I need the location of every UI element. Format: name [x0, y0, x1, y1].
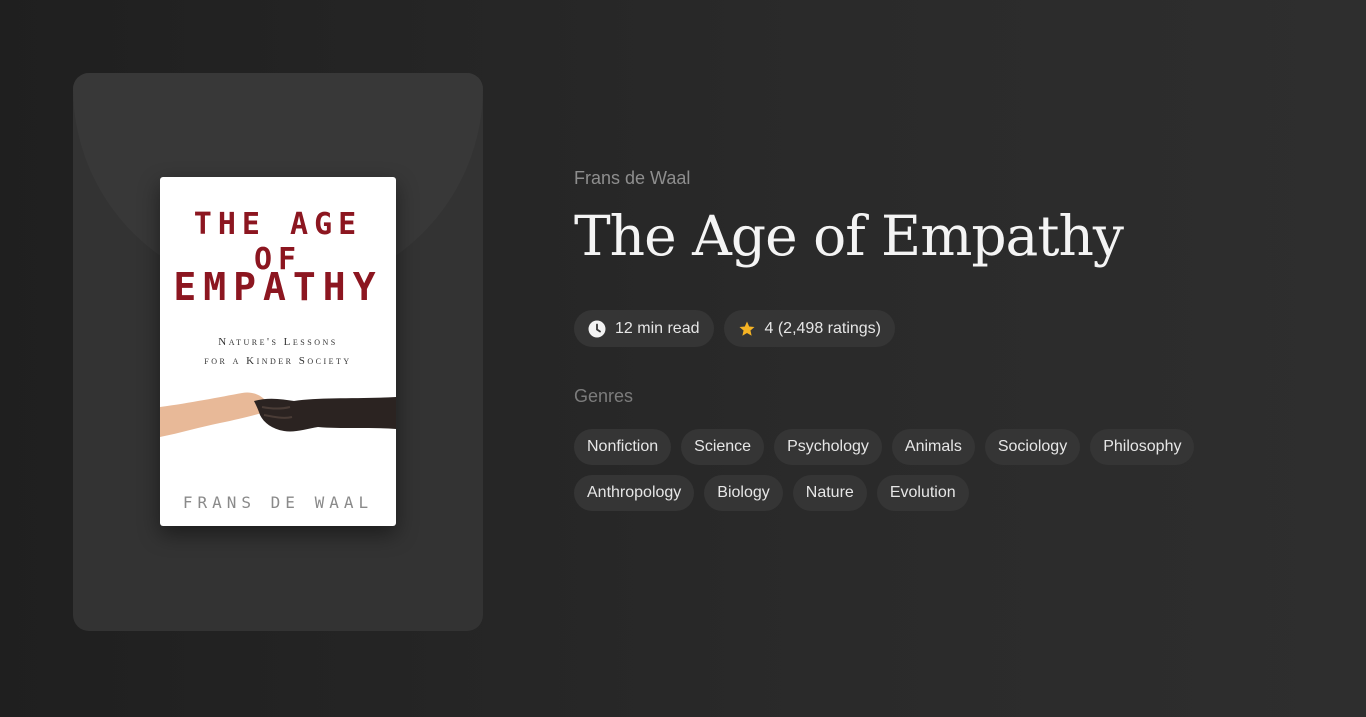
rating-text: 4 (2,498 ratings): [764, 319, 882, 337]
book-author[interactable]: Frans de Waal: [574, 168, 690, 189]
cover-author: FRANS DE WAAL: [182, 493, 374, 512]
star-icon: [738, 320, 756, 338]
book-cover-image: THE AGE OF EMPATHY Nature's Lessons for …: [160, 177, 396, 526]
clock-icon: [588, 320, 606, 338]
rating-pill: 4 (2,498 ratings): [723, 310, 896, 347]
genre-tag-sociology[interactable]: Sociology: [984, 429, 1081, 465]
cover-subtitle-line2: for a Kinder Society: [204, 355, 352, 367]
book-title: The Age of Empathy: [574, 204, 1124, 268]
read-time-text: 12 min read: [615, 319, 700, 337]
genre-row-2: Anthropology Biology Nature Evolution: [574, 475, 969, 511]
genre-tag-animals[interactable]: Animals: [891, 429, 975, 465]
genre-row-1: Nonfiction Science Psychology Animals So…: [574, 429, 1195, 465]
cover-subtitle-line1: Nature's Lessons: [218, 336, 338, 348]
genre-tag-evolution[interactable]: Evolution: [876, 475, 969, 511]
genre-tag-nonfiction[interactable]: Nonfiction: [574, 429, 672, 465]
genre-tag-nature[interactable]: Nature: [792, 475, 867, 511]
cover-subtitle: Nature's Lessons for a Kinder Society: [160, 333, 396, 371]
book-meta: 12 min read 4 (2,498 ratings): [574, 310, 896, 347]
genres-label: Genres: [574, 386, 634, 406]
genre-tag-anthropology[interactable]: Anthropology: [574, 475, 695, 511]
cover-title-line2: EMPATHY: [173, 265, 383, 309]
genre-tag-philosophy[interactable]: Philosophy: [1090, 429, 1195, 465]
handshake-illustration: [160, 392, 396, 437]
genre-tag-science[interactable]: Science: [681, 429, 765, 465]
read-time-pill: 12 min read: [574, 310, 714, 347]
genre-tag-biology[interactable]: Biology: [704, 475, 783, 511]
book-cover-panel: THE AGE OF EMPATHY Nature's Lessons for …: [73, 73, 483, 631]
genre-tag-psychology[interactable]: Psychology: [774, 429, 882, 465]
